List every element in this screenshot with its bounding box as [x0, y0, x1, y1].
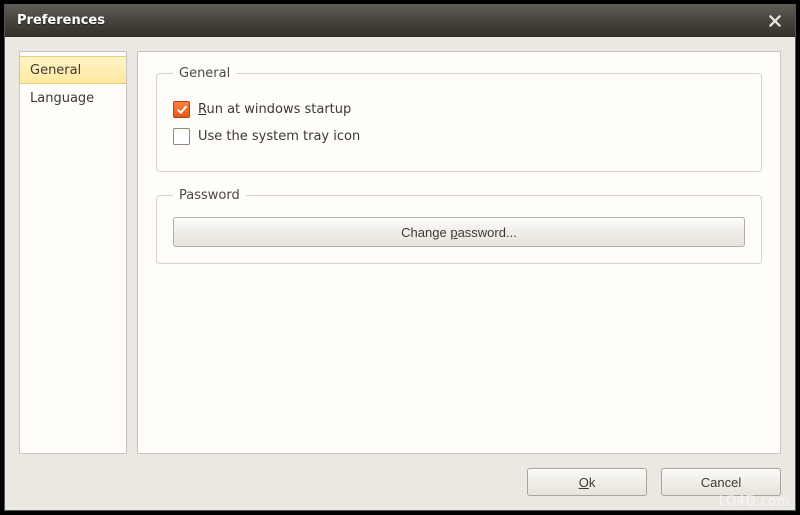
cancel-button[interactable]: Cancel [661, 468, 781, 496]
content-panel: General Run at windows startup Use the s… [137, 51, 781, 454]
group-legend: General [173, 66, 236, 81]
option-system-tray[interactable]: Use the system tray icon [173, 128, 745, 145]
option-run-at-startup[interactable]: Run at windows startup [173, 101, 745, 118]
group-password: Password Change password... [156, 188, 762, 264]
group-general: General Run at windows startup Use the s… [156, 66, 762, 172]
tab-label: Language [30, 91, 94, 106]
checkbox-run-at-startup[interactable] [173, 101, 190, 118]
ok-button[interactable]: Ok [527, 468, 647, 496]
change-password-button[interactable]: Change password... [173, 217, 745, 247]
sidebar: General Language [19, 51, 127, 454]
option-label: Run at windows startup [198, 102, 351, 117]
tab-label: General [30, 63, 81, 78]
window-body: General Language General Run at windows … [5, 37, 795, 510]
close-icon[interactable] [763, 12, 787, 30]
group-legend: Password [173, 188, 246, 203]
window-title: Preferences [17, 13, 763, 28]
dialog-footer: Ok Cancel [19, 454, 781, 496]
option-label: Use the system tray icon [198, 129, 360, 144]
tab-language[interactable]: Language [20, 84, 126, 112]
titlebar[interactable]: Preferences [5, 5, 795, 37]
preferences-window: Preferences General Language General [4, 4, 796, 511]
tab-general[interactable]: General [20, 56, 126, 84]
checkbox-system-tray[interactable] [173, 128, 190, 145]
main-area: General Language General Run at windows … [19, 51, 781, 454]
